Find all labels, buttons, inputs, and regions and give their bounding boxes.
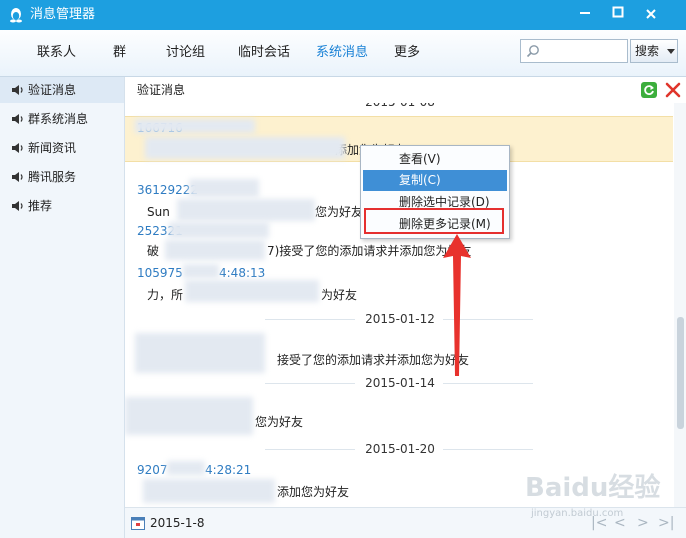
message-body: 力，所 <box>147 288 184 302</box>
scrollbar-thumb[interactable] <box>677 317 684 429</box>
date-separator: 2015-01-14 <box>125 375 673 391</box>
date-label: 2015-01-20 <box>365 442 435 456</box>
message-body: 添加您为好友 <box>277 485 350 499</box>
annotation-arrow-icon <box>443 234 471 376</box>
message-time: 4:28:21 <box>205 463 252 477</box>
search-button[interactable]: 搜索 <box>630 39 678 63</box>
search-button-label: 搜索 <box>635 44 660 58</box>
next-page-button[interactable]: > <box>637 516 649 531</box>
menu-item-label: 查看(V) <box>399 152 441 166</box>
message-item[interactable]: 您为好友 <box>125 395 673 439</box>
panel-title: 验证消息 <box>137 83 186 97</box>
maximize-icon <box>612 6 624 18</box>
selected-date[interactable]: 2015-1-8 <box>150 516 204 531</box>
redaction-blur <box>135 333 265 373</box>
divider <box>265 383 355 384</box>
date-label: 2015-01-14 <box>365 376 435 390</box>
message-item[interactable]: 接受了您的添加请求并添加您为好友 <box>125 329 673 373</box>
message-body: 为好友 <box>321 288 358 302</box>
message-body: 您为好友 <box>315 205 364 219</box>
search-input[interactable] <box>543 42 627 62</box>
tab-discussion-groups[interactable]: 讨论组 <box>166 44 205 62</box>
search-box <box>520 39 628 63</box>
tab-groups[interactable]: 群 <box>113 44 126 62</box>
tab-system-messages[interactable]: 系统消息 <box>316 44 368 62</box>
top-nav: 联系人 群 讨论组 临时会话 系统消息 更多 搜索 <box>0 30 686 77</box>
speaker-icon <box>12 201 23 211</box>
divider <box>443 449 533 450</box>
search-icon <box>526 45 539 58</box>
maximize-button[interactable] <box>607 5 629 25</box>
svg-text:Baidu经验: Baidu经验 <box>525 472 660 503</box>
message-body: Sun <box>147 205 170 219</box>
sidebar: 验证消息 群系统消息 新闻资讯 腾讯服务 推荐 <box>0 77 125 538</box>
redaction-blur <box>143 479 275 503</box>
sidebar-item-news[interactable]: 新闻资讯 <box>0 135 124 161</box>
redaction-blur <box>189 179 259 197</box>
redaction-blur <box>125 397 253 435</box>
close-icon <box>646 9 656 19</box>
baidu-logo-icon: Baidu经验 <box>525 472 660 503</box>
date-separator: 2015-01-20 <box>125 441 673 457</box>
redaction-blur <box>183 264 219 278</box>
redaction-blur <box>169 222 269 238</box>
menu-item-copy[interactable]: 复制(C) <box>363 170 507 191</box>
chevron-down-icon[interactable] <box>667 49 675 54</box>
speaker-icon <box>12 143 23 153</box>
qq-penguin-icon <box>10 8 22 23</box>
delete-icon[interactable] <box>665 82 681 98</box>
message-sender[interactable]: 105975 <box>137 266 183 281</box>
menu-item-label: 复制(C) <box>399 173 441 187</box>
redaction-blur <box>185 280 319 302</box>
title-bar: 消息管理器 <box>0 0 686 30</box>
sidebar-item-label: 推荐 <box>28 199 53 213</box>
sidebar-item-recommend[interactable]: 推荐 <box>0 193 124 219</box>
minimize-icon <box>580 12 590 14</box>
date-label: 2015-01-08 <box>365 103 435 110</box>
sidebar-item-label: 验证消息 <box>28 83 77 97</box>
tab-contacts[interactable]: 联系人 <box>37 44 76 62</box>
date-separator: 2015-01-12 <box>125 311 673 327</box>
message-time: 4:48:13 <box>219 266 266 280</box>
calendar-icon[interactable] <box>131 516 145 530</box>
last-page-button[interactable]: >| <box>658 516 674 531</box>
sidebar-item-label: 群系统消息 <box>28 112 89 126</box>
watermark-url: jingyan.baidu.com <box>531 508 624 519</box>
redaction-blur <box>145 137 345 159</box>
redaction-blur <box>165 240 265 260</box>
menu-item-view[interactable]: 查看(V) <box>363 149 507 170</box>
divider <box>443 383 533 384</box>
message-body: 您为好友 <box>255 415 304 429</box>
minimize-button[interactable] <box>574 5 596 25</box>
refresh-icon[interactable] <box>641 82 657 98</box>
speaker-icon <box>12 172 23 182</box>
divider <box>265 449 355 450</box>
message-manager-window: 消息管理器 联系人 群 讨论组 临时会话 系统消息 更多 搜索 验证消息 群系统… <box>0 0 686 538</box>
window-title: 消息管理器 <box>30 7 96 22</box>
sidebar-item-group-system[interactable]: 群系统消息 <box>0 106 124 132</box>
divider <box>265 319 355 320</box>
message-body: 破 <box>147 244 160 258</box>
redaction-blur <box>135 119 255 133</box>
sidebar-item-label: 新闻资讯 <box>28 141 77 155</box>
close-button[interactable] <box>640 5 662 25</box>
annotation-highlight-box <box>364 208 504 234</box>
date-label: 2015-01-12 <box>365 312 435 326</box>
redaction-blur <box>167 461 205 475</box>
message-sender[interactable]: 9207 <box>137 463 168 478</box>
tab-more[interactable]: 更多 <box>394 44 420 62</box>
sidebar-item-tencent-services[interactable]: 腾讯服务 <box>0 164 124 190</box>
sidebar-item-verification[interactable]: 验证消息 <box>0 77 124 103</box>
speaker-icon <box>12 85 23 95</box>
watermark: Baidu经验 jingyan.baidu.com <box>525 470 675 519</box>
message-item[interactable]: 105975 4:48:13 力，所 为好友 <box>125 262 673 306</box>
date-separator: 2015-01-08 <box>125 103 673 110</box>
redaction-blur <box>177 199 315 221</box>
vertical-scrollbar[interactable] <box>674 103 686 511</box>
tab-temp-sessions[interactable]: 临时会话 <box>238 44 290 62</box>
sidebar-item-label: 腾讯服务 <box>28 170 77 184</box>
speaker-icon <box>12 114 23 124</box>
